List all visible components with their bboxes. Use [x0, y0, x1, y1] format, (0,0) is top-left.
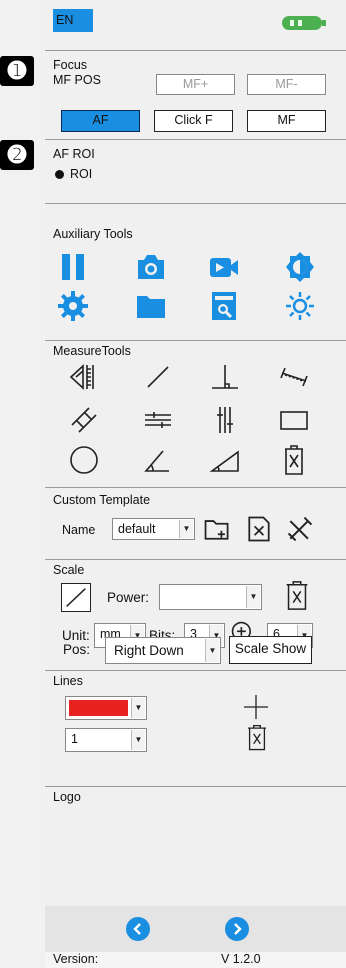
- pos-value: Right Down: [114, 643, 184, 658]
- power-label: Power:: [107, 590, 150, 605]
- video-icon[interactable]: [207, 250, 241, 284]
- parallel-lines-icon[interactable]: [67, 403, 101, 437]
- pos-select[interactable]: Right Down ▼: [105, 637, 221, 664]
- chevron-down-icon: ▼: [131, 730, 145, 750]
- auxiliary-tools-title: Auxiliary Tools: [53, 227, 133, 241]
- logo-title: Logo: [53, 790, 81, 804]
- brightness-icon[interactable]: [283, 250, 317, 284]
- next-button[interactable]: [225, 917, 249, 941]
- step-marker-2: ➋: [0, 140, 34, 170]
- language-badge[interactable]: EN: [53, 9, 93, 32]
- triangle-icon[interactable]: [208, 443, 242, 477]
- template-name-value: default: [118, 522, 156, 536]
- line-color-select[interactable]: ▼: [65, 696, 147, 720]
- line-icon[interactable]: [141, 360, 175, 394]
- footer-bar: [45, 906, 346, 952]
- battery-icon: [282, 16, 326, 30]
- template-name-label: Name: [62, 523, 96, 537]
- version-label: Version:: [53, 952, 99, 966]
- horizontal-parallel-icon[interactable]: [141, 403, 175, 437]
- previous-button[interactable]: [126, 917, 150, 941]
- custom-template-title: Custom Template: [53, 493, 151, 507]
- folder-icon[interactable]: [134, 289, 168, 323]
- chevron-down-icon: ▼: [179, 520, 193, 538]
- line-width-select[interactable]: 1 ▼: [65, 728, 147, 752]
- roi-radio-label: ROI: [70, 167, 93, 181]
- step-marker-1: ➊: [0, 56, 34, 86]
- trash-icon[interactable]: [277, 443, 311, 477]
- af-button[interactable]: AF: [61, 110, 140, 132]
- scale-title: Scale: [53, 563, 85, 577]
- chevron-down-icon: ▼: [205, 639, 219, 662]
- control-panel: EN Focus MF POS MF+ MF- AF Click F MF AF…: [45, 0, 346, 968]
- angle-icon[interactable]: [141, 443, 175, 477]
- tools-icon[interactable]: [285, 514, 315, 544]
- settings-icon[interactable]: [56, 289, 90, 323]
- focus-title: Focus: [53, 58, 88, 72]
- pause-icon[interactable]: [56, 250, 90, 284]
- angle-ruler-icon[interactable]: [67, 360, 101, 394]
- vertical-parallel-icon[interactable]: [208, 403, 242, 437]
- line-width-value: 1: [71, 732, 78, 746]
- unit-label: Unit:: [62, 628, 90, 643]
- chevron-down-icon: ▼: [246, 586, 260, 608]
- scale-show-button[interactable]: Scale Show: [229, 636, 312, 664]
- mf-button[interactable]: MF: [247, 110, 326, 132]
- perpendicular-icon[interactable]: [208, 360, 242, 394]
- chevron-down-icon: ▼: [131, 698, 145, 718]
- mf-minus-button[interactable]: MF-: [247, 74, 326, 95]
- af-roi-title: AF ROI: [53, 147, 95, 161]
- circle-icon[interactable]: [67, 443, 101, 477]
- lines-trash-icon[interactable]: [243, 723, 271, 753]
- measure-tools-title: MeasureTools: [53, 344, 131, 358]
- click-f-button[interactable]: Click F: [154, 110, 233, 132]
- scale-trash-icon[interactable]: [281, 579, 313, 613]
- roi-radio[interactable]: [55, 170, 64, 179]
- rectangle-icon[interactable]: [277, 403, 311, 437]
- scale-line-button[interactable]: [61, 583, 91, 612]
- lines-title: Lines: [53, 674, 83, 688]
- delete-file-icon[interactable]: [244, 514, 274, 544]
- image-search-icon[interactable]: [207, 289, 241, 323]
- crosshair-icon[interactable]: [241, 692, 271, 722]
- template-name-select[interactable]: default ▼: [112, 518, 195, 540]
- camera-icon[interactable]: [134, 250, 168, 284]
- pos-label: Pos:: [63, 642, 91, 657]
- dimension-icon[interactable]: [277, 360, 311, 394]
- mf-pos-label: MF POS: [53, 73, 101, 87]
- power-select[interactable]: ▼: [159, 584, 262, 610]
- folder-add-icon[interactable]: [202, 514, 232, 544]
- mf-plus-button[interactable]: MF+: [156, 74, 235, 95]
- line-color-swatch: [69, 700, 128, 716]
- light-icon[interactable]: [283, 289, 317, 323]
- version-value: V 1.2.0: [221, 952, 261, 966]
